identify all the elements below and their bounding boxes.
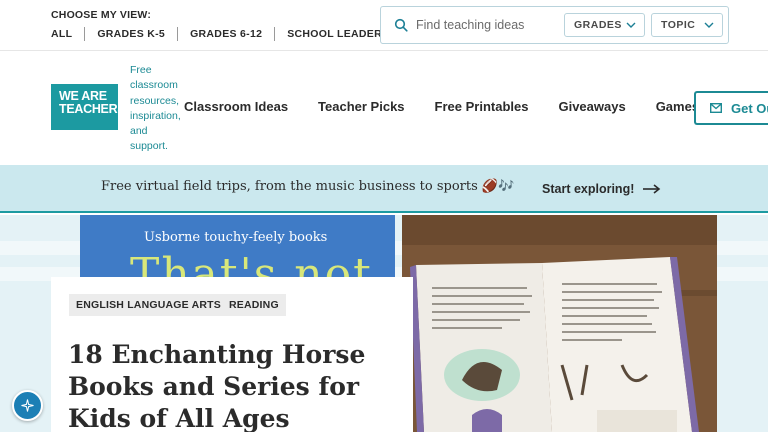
- divider: [84, 27, 86, 41]
- hero-section: Usborne touchy-feely books That's not EN…: [0, 215, 768, 432]
- topic-dropdown[interactable]: TOPIC: [651, 13, 723, 37]
- chevron-down-icon: [626, 22, 636, 28]
- sparkle-icon: [21, 399, 34, 412]
- search-box: GRADES TOPIC: [380, 6, 729, 44]
- divider: [177, 27, 179, 41]
- cover-series-text: Usborne touchy-feely books: [144, 230, 328, 245]
- main-nav: Classroom Ideas Teacher Picks Free Print…: [184, 99, 729, 114]
- topic-dropdown-label: TOPIC: [661, 19, 696, 31]
- open-horse-book-photo: [402, 215, 717, 432]
- promo-banner[interactable]: Free virtual field trips, from the music…: [0, 165, 768, 213]
- grades-dropdown[interactable]: GRADES: [564, 13, 645, 37]
- logo-line-2: TEACHERS: [59, 102, 126, 116]
- banner-text: Free virtual field trips, from the music…: [101, 179, 514, 194]
- nav-classroom-ideas[interactable]: Classroom Ideas: [184, 99, 288, 114]
- grades-dropdown-label: GRADES: [574, 19, 622, 31]
- start-exploring-link[interactable]: Start exploring!: [542, 182, 662, 196]
- newsletter-button-label: Get Ou: [731, 100, 768, 116]
- nav-games[interactable]: Games: [656, 99, 699, 114]
- mail-icon: [710, 103, 722, 113]
- start-exploring-label: Start exploring!: [542, 182, 635, 196]
- view-label: CHOOSE MY VIEW:: [51, 9, 152, 21]
- view-links: ALL GRADES K-5 GRADES 6-12 SCHOOL LEADER…: [51, 27, 389, 41]
- utility-bar: CHOOSE MY VIEW: ALL GRADES K-5 GRADES 6-…: [0, 0, 768, 51]
- view-grades-k5-link[interactable]: GRADES K-5: [97, 28, 165, 40]
- nav-giveaways[interactable]: Giveaways: [558, 99, 625, 114]
- view-grades-6-12-link[interactable]: GRADES 6-12: [190, 28, 262, 40]
- divider: [274, 27, 276, 41]
- site-header: WE ARE TEACHERS Free classroom resources…: [0, 51, 768, 165]
- arrow-right-icon: [643, 184, 661, 194]
- tag-reading[interactable]: READING: [222, 294, 286, 316]
- chevron-down-icon: [704, 22, 714, 28]
- chat-widget-button[interactable]: [12, 390, 43, 421]
- view-school-leaders-link[interactable]: SCHOOL LEADERS: [287, 28, 389, 40]
- tag-english-language-arts[interactable]: ENGLISH LANGUAGE ARTS: [69, 294, 228, 316]
- article-headline[interactable]: 18 Enchanting Horse Books and Series for…: [68, 339, 388, 432]
- article-card[interactable]: ENGLISH LANGUAGE ARTS READING 18 Enchant…: [51, 277, 413, 432]
- search-icon[interactable]: [394, 18, 408, 32]
- newsletter-button[interactable]: Get Ou: [694, 91, 768, 125]
- nav-teacher-picks[interactable]: Teacher Picks: [318, 99, 404, 114]
- site-tagline: Free classroom resources, inspiration, a…: [130, 64, 181, 153]
- book-cover-image: Usborne touchy-feely books That's not: [80, 215, 395, 285]
- view-all-link[interactable]: ALL: [51, 28, 72, 40]
- site-logo[interactable]: WE ARE TEACHERS: [51, 84, 126, 130]
- football-music-emoji: 🏈🎶: [481, 179, 515, 194]
- search-input[interactable]: [416, 15, 556, 35]
- banner-message: Free virtual field trips, from the music…: [101, 179, 478, 194]
- nav-free-printables[interactable]: Free Printables: [435, 99, 529, 114]
